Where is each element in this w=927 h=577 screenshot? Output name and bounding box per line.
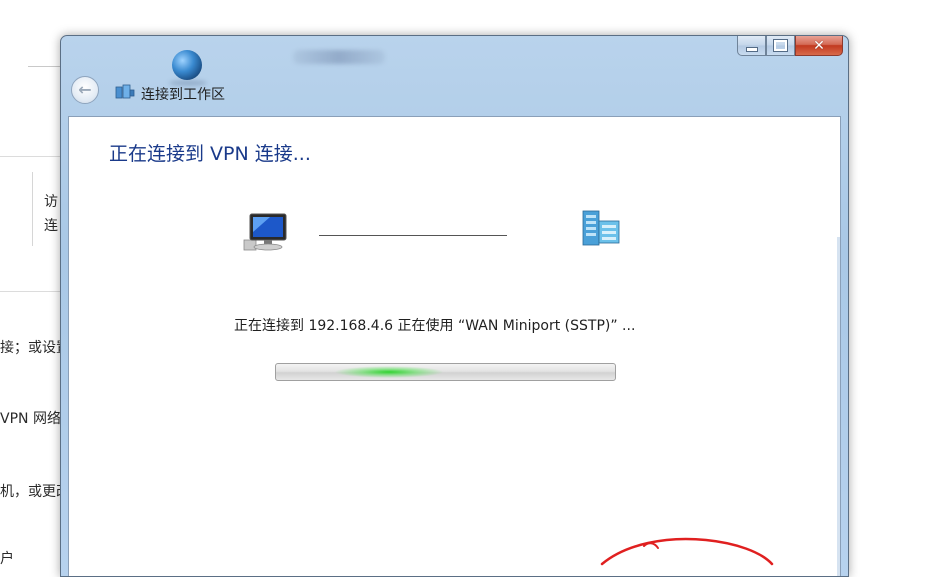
connection-status-text: 正在连接到 192.168.4.6 正在使用 “WAN Miniport (SS…	[234, 318, 636, 334]
red-annotation-circle	[600, 537, 774, 566]
background-text: VPN 网络	[0, 411, 61, 427]
progress-marquee	[334, 366, 444, 378]
connection-progress-bar	[275, 363, 616, 381]
content-area: 正在连接到 VPN 连接... 正在连接到 192.168.4.6 正在使用 “…	[68, 116, 841, 576]
background-text: 连	[44, 218, 58, 234]
nav-title: 连接到工作区	[141, 87, 225, 103]
minimize-icon	[745, 47, 758, 52]
network-connection-icon	[115, 84, 135, 99]
connection-line	[319, 235, 507, 236]
server-icon	[582, 210, 620, 246]
close-button[interactable]: ✕	[795, 36, 843, 56]
back-arrow-icon: ←	[78, 80, 92, 99]
background-text: 户	[0, 551, 14, 567]
connect-workplace-dialog: ✕ ← 连接到工作区 正在连接到 VPN 连接... 正在连接到 192.168…	[60, 35, 849, 577]
computer-monitor-icon	[243, 213, 287, 251]
background-text: 访	[44, 194, 58, 210]
window-title-blurred	[293, 50, 385, 64]
globe-icon	[172, 50, 202, 80]
caption-buttons: ✕	[737, 36, 843, 58]
maximize-icon	[773, 39, 788, 52]
background-panel-divider	[32, 172, 33, 246]
maximize-button[interactable]	[766, 36, 795, 56]
scrollbar-edge	[837, 237, 840, 576]
background-divider	[28, 66, 62, 67]
back-button[interactable]: ←	[71, 76, 99, 104]
minimize-button[interactable]	[737, 36, 766, 56]
close-icon: ✕	[813, 37, 825, 54]
page-title: 正在连接到 VPN 连接...	[109, 143, 311, 165]
